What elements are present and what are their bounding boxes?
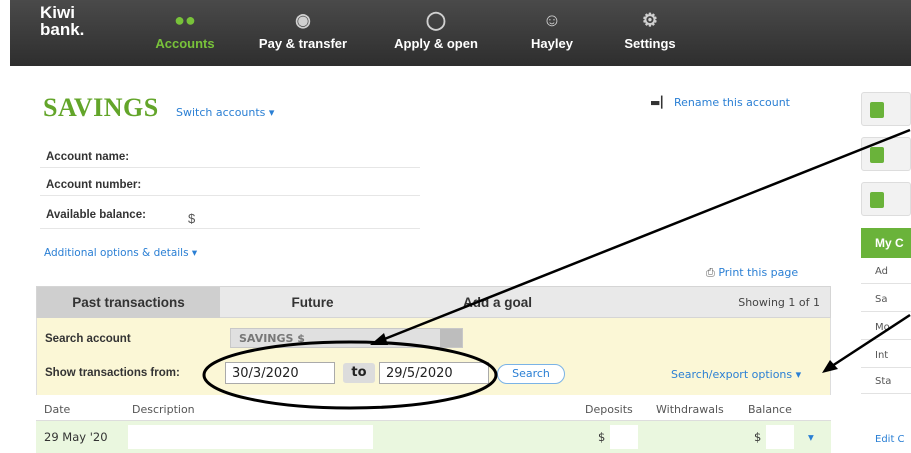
annotation-overlay	[202, 128, 911, 410]
arrow-line-1	[381, 128, 911, 342]
arrow-line-2	[831, 313, 911, 368]
highlight-ellipse	[202, 340, 498, 410]
arrow-head-1	[370, 333, 388, 345]
arrow-head-2	[822, 360, 838, 373]
